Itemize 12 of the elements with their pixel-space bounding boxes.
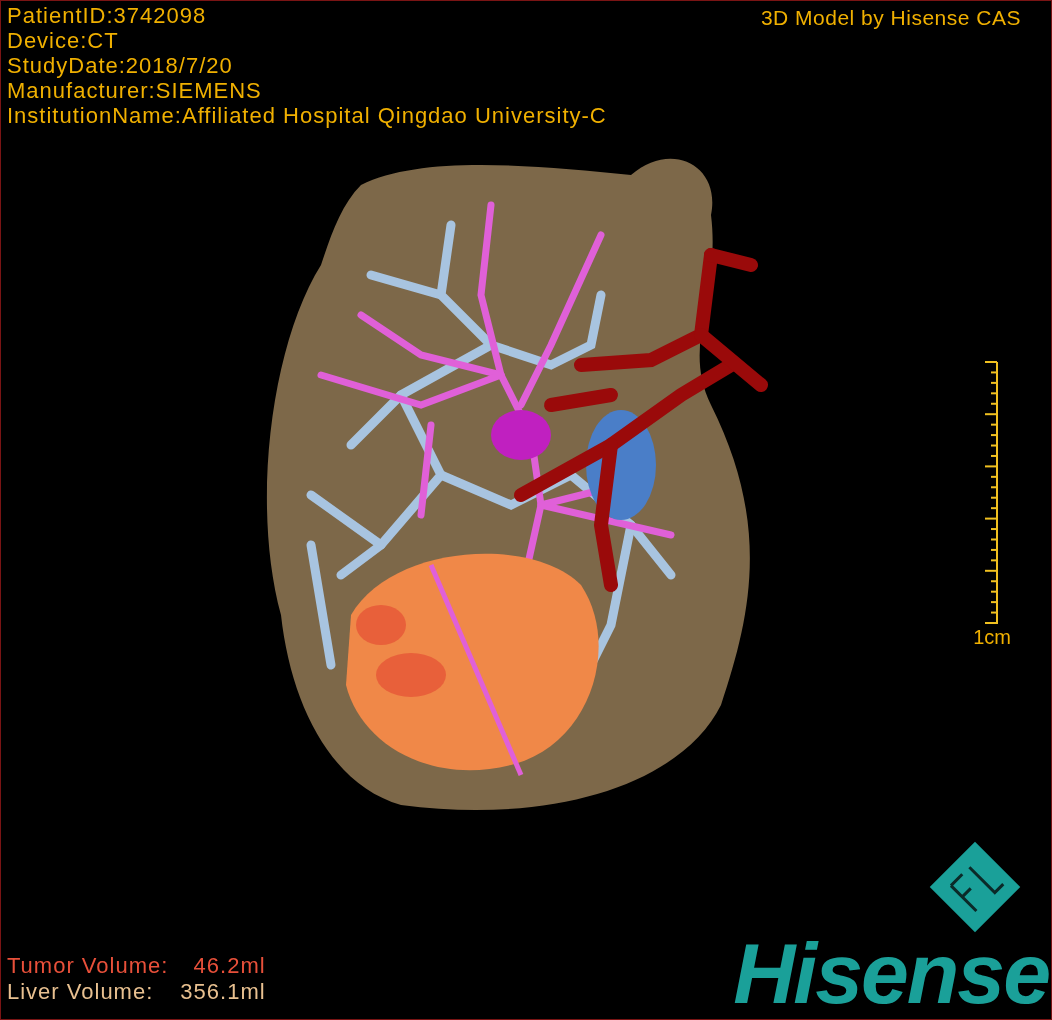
volume-value: 46.2ml xyxy=(192,953,266,979)
patient-info-text: Manufacturer:SIEMENS xyxy=(7,78,263,103)
patient-info-text: StudyDate:2018/7/20 xyxy=(7,53,234,78)
logo-text: Hisense xyxy=(733,933,1050,1013)
patient-info-text: Device:CT xyxy=(7,28,120,53)
patient-info-text: PatientID:3742098 xyxy=(7,3,208,28)
viewer-title: 3D Model by Hisense CAS xyxy=(760,5,1022,30)
patient-info-text: InstitutionName:Affiliated Hospital Qingdao University-C xyxy=(7,103,608,128)
volume-value: 356.1ml xyxy=(180,979,266,1005)
volume-label: Liver Volume: xyxy=(7,979,155,1005)
volume-label: Tumor Volume: xyxy=(7,953,169,979)
scale-label: 1cm xyxy=(973,624,1011,649)
